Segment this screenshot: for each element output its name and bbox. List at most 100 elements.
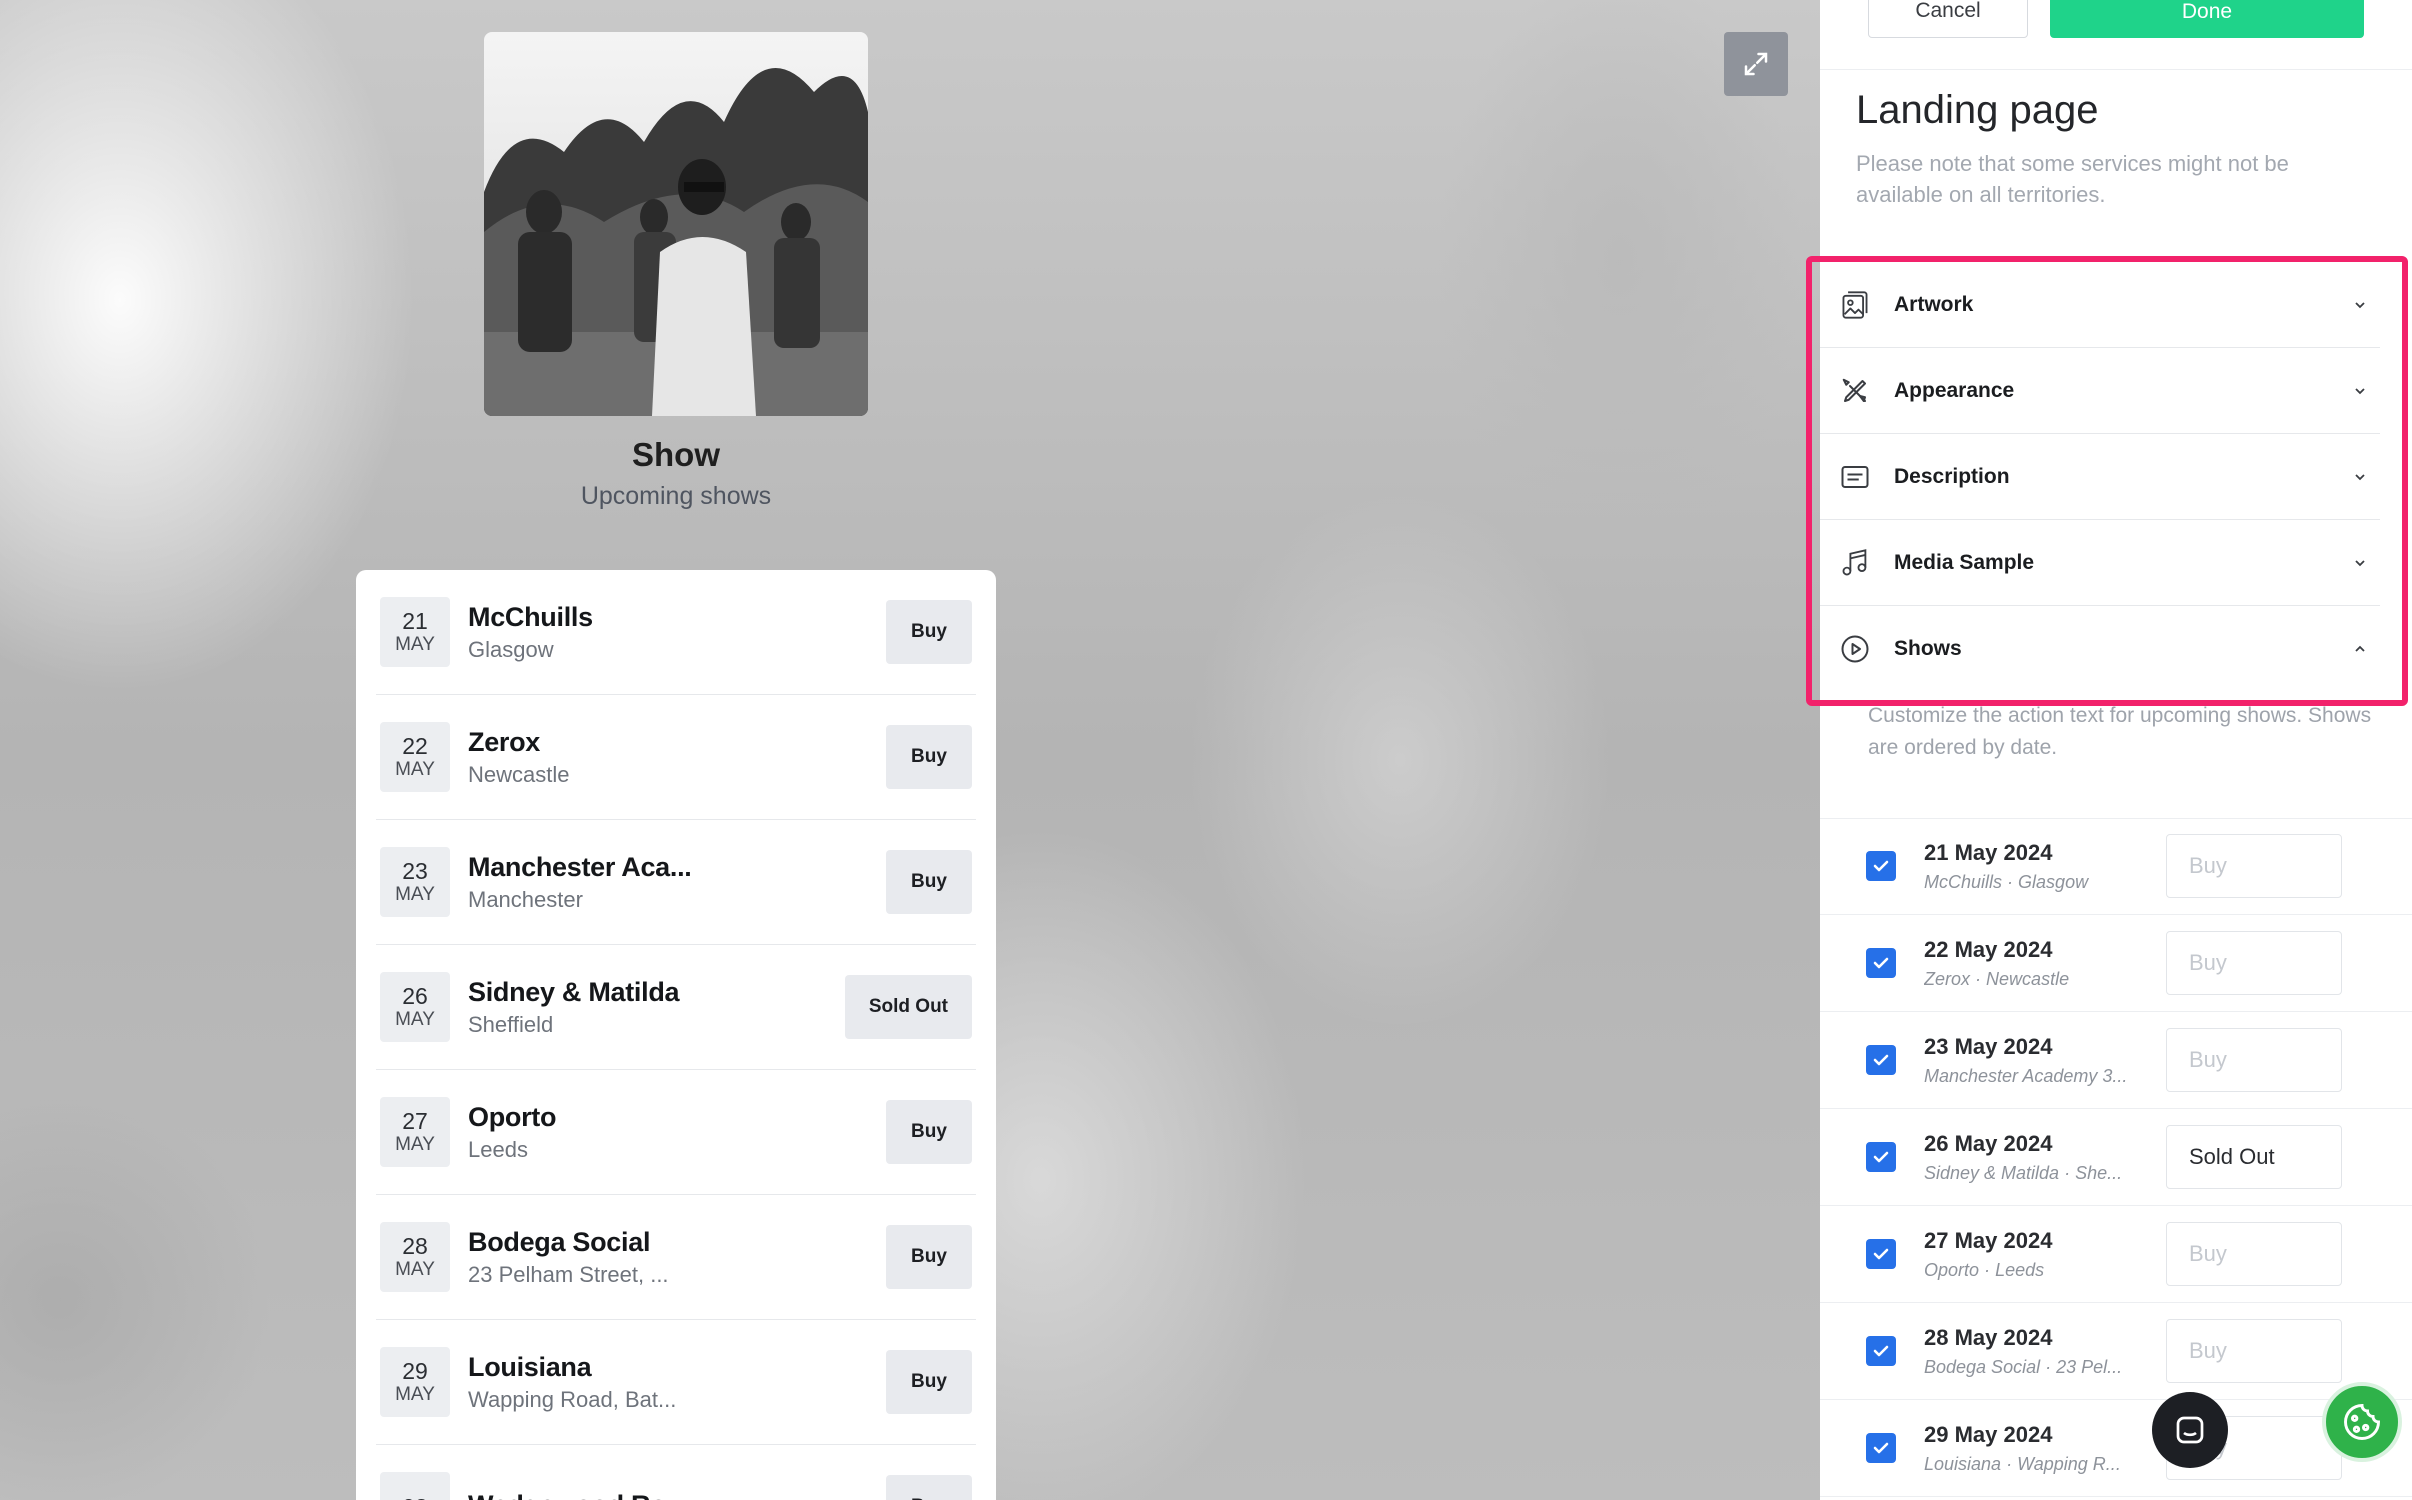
include-checkbox[interactable] [1866,1142,1896,1172]
venue-name: McChuills [468,601,593,632]
event-date: 21 May 2024 [1924,839,2053,865]
cookie-settings-button[interactable] [2322,1382,2402,1462]
chevron-down-icon [2350,553,2370,573]
event-meta: Manchester Academy 3... [1924,1066,2154,1087]
section-label: Description [1894,464,2010,488]
buy-button[interactable]: Buy [886,725,972,789]
date-month: MAY [395,1134,435,1155]
show-row: 28 MAY Bodega Social 23 Pelham Street, .… [376,1195,976,1320]
action-text-input[interactable] [2166,1028,2342,1092]
event-row: 22 May 2024 Zerox · Newcastle [1820,915,2412,1012]
meta-separator: · [2045,1356,2052,1377]
event-venue: Zerox [1924,968,1971,989]
done-button[interactable]: Done [2050,0,2364,38]
show-row: 08 Wedgewood Ro... Buy [376,1445,976,1500]
event-meta: Louisiana · Wapping R... [1924,1454,2154,1475]
section-accordion: Artwork Appearance Description Media Sam… [1820,262,2380,692]
show-row: 26 MAY Sidney & Matilda Sheffield Sold O… [376,945,976,1070]
buy-button[interactable]: Buy [886,1350,972,1414]
date-month: MAY [395,759,435,780]
preview-title: Show [632,436,720,473]
buy-button[interactable]: Buy [886,1475,972,1500]
date-day: 26 [402,983,428,1009]
date-badge: 27 MAY [380,1097,450,1167]
date-badge: 28 MAY [380,1222,450,1292]
cookie-icon [2344,1404,2380,1440]
venue-city: Wapping Road, Bat... [468,1386,677,1412]
event-date: 23 May 2024 [1924,1033,2053,1059]
cancel-button[interactable]: Cancel [1868,0,2028,38]
meta-separator: · [1975,968,1982,989]
venue-city: Manchester [468,886,583,912]
include-checkbox[interactable] [1866,1045,1896,1075]
check-icon [1873,1151,1889,1163]
chat-launcher-button[interactable] [2152,1392,2228,1468]
date-badge: 22 MAY [380,722,450,792]
check-icon [1873,1345,1889,1357]
check-icon [1873,860,1889,872]
action-text-input[interactable] [2166,1319,2342,1383]
buy-button[interactable]: Buy [886,850,972,914]
artwork-image [484,32,868,416]
buy-button[interactable]: Buy [886,600,972,664]
event-venue: Bodega Social [1924,1356,2041,1377]
date-day: 29 [402,1358,428,1384]
date-month: MAY [395,1009,435,1030]
venue-name: Oporto [468,1101,557,1132]
section-label: Shows [1894,637,1962,660]
event-row: 28 May 2024 Bodega Social · 23 Pel... [1820,1303,2412,1400]
expand-icon [1744,52,1768,76]
buy-button[interactable]: Buy [886,1225,972,1289]
event-venue: Louisiana [1924,1453,2002,1474]
date-month: MAY [395,1259,435,1280]
venue-name: Sidney & Matilda [468,976,680,1007]
include-checkbox[interactable] [1866,948,1896,978]
check-icon [1873,1248,1889,1260]
text-box-icon [1838,460,1872,494]
chevron-up-icon [2350,639,2370,659]
event-venue: Oporto [1924,1259,1980,1280]
show-action-list: 21 May 2024 McChuills · Glasgow 22 May 2… [1820,818,2412,1497]
event-row: 27 May 2024 Oporto · Leeds [1820,1206,2412,1303]
event-city: Newcastle [1986,968,2070,989]
venue-name: Manchester Aca... [468,851,692,882]
action-text-input[interactable] [2166,931,2342,995]
date-badge: 26 MAY [380,972,450,1042]
page-note: Please note that some services might not… [1856,151,2289,207]
include-checkbox[interactable] [1866,1336,1896,1366]
show-row: 22 MAY Zerox Newcastle Buy [376,695,976,820]
include-checkbox[interactable] [1866,851,1896,881]
section-label: Media Sample [1894,550,2035,574]
include-checkbox[interactable] [1866,1239,1896,1269]
venue-city: Leeds [468,1136,528,1162]
section-description[interactable]: Description [1820,434,2380,520]
action-text-input[interactable] [2166,834,2342,898]
play-circle-icon [1838,632,1872,666]
editor-panel: Cancel Done Landing page Please note tha… [1820,0,2412,1500]
section-artwork[interactable]: Artwork [1820,262,2380,348]
meta-separator: · [2064,1162,2071,1183]
expand-preview-button[interactable] [1724,32,1788,96]
buy-button[interactable]: Buy [886,1100,972,1164]
event-city: Glasgow [2018,871,2089,892]
include-checkbox[interactable] [1866,1433,1896,1463]
show-row: 21 MAY McChuills Glasgow Buy [376,570,976,695]
chevron-down-icon [2350,467,2370,487]
date-month: MAY [395,1384,435,1405]
event-meta: Bodega Social · 23 Pel... [1924,1357,2154,1378]
date-badge: 08 [380,1472,450,1500]
event-row: 23 May 2024 Manchester Academy 3... [1820,1012,2412,1109]
section-shows[interactable]: Shows [1820,606,2380,692]
sold-out-button[interactable]: Sold Out [844,975,972,1039]
section-appearance[interactable]: Appearance [1820,348,2380,434]
check-icon [1873,957,1889,969]
event-city: She... [2075,1162,2123,1183]
shows-list: 21 MAY McChuills Glasgow Buy 22 MAY Zero… [356,570,996,1500]
event-venue: McChuills [1924,871,2003,892]
action-text-input[interactable] [2166,1222,2342,1286]
action-text-input[interactable] [2166,1125,2342,1189]
date-day: 21 [402,608,428,634]
event-city: 23 Pel... [2056,1356,2123,1377]
event-date: 26 May 2024 [1924,1130,2053,1156]
section-media-sample[interactable]: Media Sample [1820,520,2380,606]
